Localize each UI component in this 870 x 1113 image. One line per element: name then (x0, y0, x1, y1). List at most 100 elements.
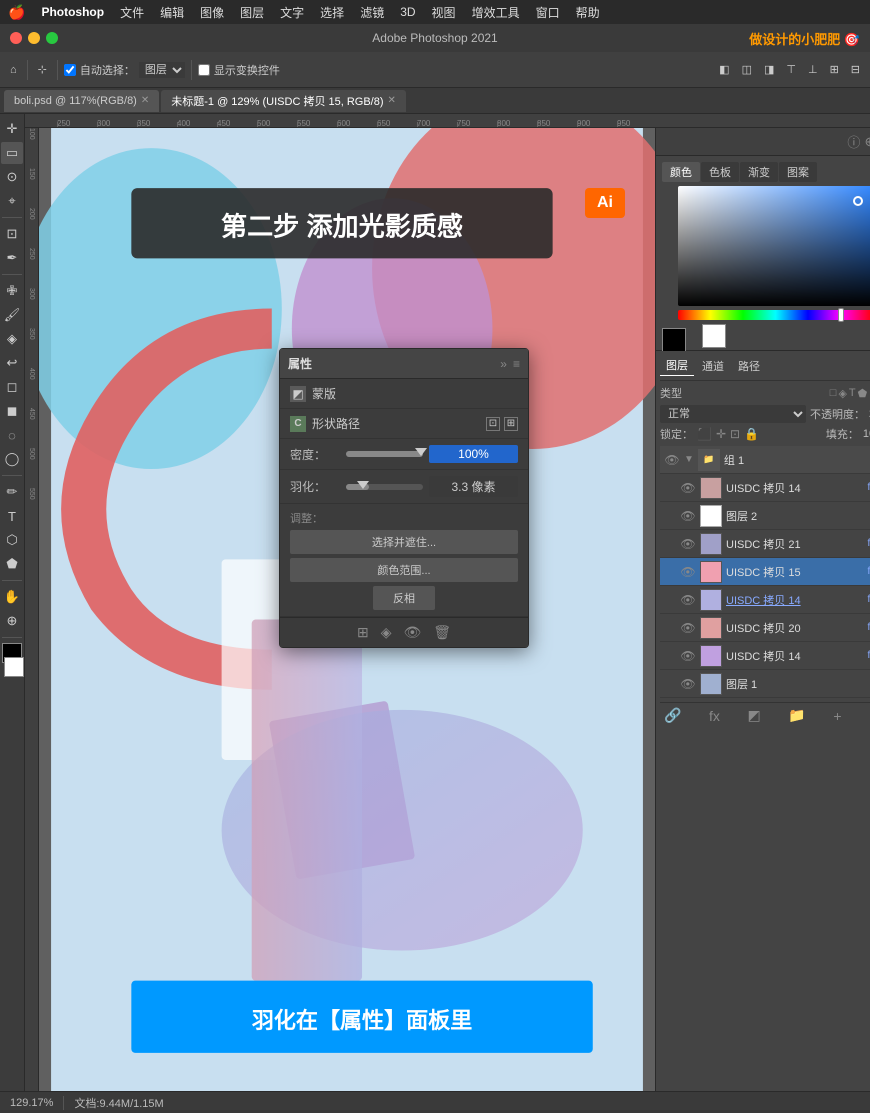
invert-button[interactable]: 反相 (373, 586, 435, 610)
feather-slider[interactable] (346, 484, 423, 490)
zoom-tool[interactable]: ⊕ (1, 610, 23, 632)
color-range-button[interactable]: 颜色范围... (290, 558, 518, 582)
background-color[interactable] (4, 657, 24, 677)
shape-tool[interactable]: ⬟ (1, 553, 23, 575)
filter-shape-icon[interactable]: ⬟ (858, 387, 868, 400)
lock-artboard-icon[interactable]: ⊡ (730, 427, 740, 441)
move-tool[interactable]: ✛ (1, 118, 23, 140)
align-left-icon[interactable]: ◧ (715, 61, 733, 78)
tab-untitled[interactable]: 未标题-1 @ 129% (UISDC 拷贝 15, RGB/8) ✕ (161, 90, 406, 112)
minimize-button[interactable] (28, 32, 40, 44)
align-right-icon[interactable]: ◨ (760, 61, 778, 78)
path-tool[interactable]: ⬡ (1, 529, 23, 551)
menu-plugins[interactable]: 增效工具 (472, 4, 520, 21)
filter-text-icon[interactable]: T (849, 387, 856, 400)
brush-tool[interactable]: 🖌 (1, 304, 23, 326)
align-center-icon[interactable]: ◫ (738, 61, 756, 78)
props-expand-icon[interactable]: » (500, 357, 507, 371)
align-bottom-icon[interactable]: ⊞ (826, 61, 843, 78)
menu-view[interactable]: 视图 (432, 4, 456, 21)
blur-tool[interactable]: ◌ (1, 424, 23, 446)
history-brush-tool[interactable]: ↩ (1, 352, 23, 374)
menu-3d[interactable]: 3D (400, 5, 415, 19)
layer-vis-4[interactable]: 👁 (680, 592, 696, 608)
layer-vis-0[interactable]: 👁 (680, 480, 696, 496)
background-swatch[interactable] (702, 324, 726, 348)
shape-edit-icon[interactable]: ⊞ (504, 417, 518, 431)
blend-mode-select[interactable]: 正常 (660, 405, 806, 423)
tab-boli[interactable]: boli.psd @ 117%(RGB/8) ✕ (4, 90, 159, 112)
link-layers-icon[interactable]: 🔗 (664, 707, 681, 724)
eyedropper-tool[interactable]: ✒ (1, 247, 23, 269)
info-icon[interactable]: ⓘ (847, 132, 860, 151)
auto-select-checkbox[interactable] (64, 64, 76, 76)
new-group-icon[interactable]: 📁 (788, 707, 805, 724)
layer-item-5[interactable]: 👁 UISDC 拷贝 20 fx ▶ (660, 614, 870, 642)
home-icon[interactable]: ⌂ (6, 62, 21, 78)
channels-tab[interactable]: 通道 (696, 356, 730, 376)
tab-gradient[interactable]: 渐变 (740, 162, 778, 182)
menu-select[interactable]: 选择 (320, 4, 344, 21)
tab-color[interactable]: 颜色 (662, 162, 700, 182)
lock-pixel-icon[interactable]: ⬛ (697, 427, 712, 441)
close-button[interactable] (10, 32, 22, 44)
layer-item-7[interactable]: 👁 图层 1 (660, 670, 870, 698)
lock-position-icon[interactable]: ✛ (716, 427, 726, 441)
move-tool-icon[interactable]: ⊹ (34, 61, 51, 78)
lock-all-icon[interactable]: 🔒 (744, 427, 759, 441)
crop-tool[interactable]: ⊡ (1, 223, 23, 245)
layer-select-dropdown[interactable]: 图层 (139, 62, 185, 78)
color-spectrum[interactable] (678, 310, 870, 320)
layer-item-6[interactable]: 👁 UISDC 拷贝 14 fx ▶ (660, 642, 870, 670)
tab-swatches[interactable]: 色板 (701, 162, 739, 182)
magic-wand-tool[interactable]: ⌖ (1, 190, 23, 212)
stamp-tool[interactable]: ◈ (1, 328, 23, 350)
feather-value[interactable]: 3.3 像素 (429, 476, 518, 497)
foreground-swatch[interactable] (662, 328, 686, 352)
apple-menu[interactable]: 🍎 (8, 4, 25, 21)
hand-tool[interactable]: ✋ (1, 586, 23, 608)
lasso-tool[interactable]: ⊙ (1, 166, 23, 188)
menu-help[interactable]: 帮助 (576, 4, 600, 21)
layer-style-icon[interactable]: fx (709, 708, 720, 724)
menu-edit[interactable]: 编辑 (160, 4, 184, 21)
menu-file[interactable]: 文件 (120, 4, 144, 21)
align-top-icon[interactable]: ⊤ (782, 61, 800, 78)
props-eye-icon[interactable]: 👁 (403, 624, 421, 641)
add-mask-icon[interactable]: ◩ (748, 707, 761, 724)
layers-tab[interactable]: 图层 (660, 355, 694, 376)
adjustment-icon[interactable]: ⊕ (864, 134, 870, 150)
paths-tab[interactable]: 路径 (732, 356, 766, 376)
text-tool[interactable]: T (1, 505, 23, 527)
tab-untitled-close[interactable]: ✕ (388, 95, 396, 106)
props-menu-icon[interactable]: ≡ (513, 357, 520, 371)
heal-tool[interactable]: ✙ (1, 280, 23, 302)
group-expand-icon[interactable]: ▼ (684, 454, 694, 465)
eraser-tool[interactable]: ◻ (1, 376, 23, 398)
menu-window[interactable]: 窗口 (536, 4, 560, 21)
select-refine-button[interactable]: 选择并遮住... (290, 530, 518, 554)
menu-text[interactable]: 文字 (280, 4, 304, 21)
gradient-tool[interactable]: ◼ (1, 400, 23, 422)
tab-boli-close[interactable]: ✕ (141, 95, 149, 106)
layer-vis-3[interactable]: 👁 (680, 564, 696, 580)
dodge-tool[interactable]: ◯ (1, 448, 23, 470)
props-delete-icon[interactable]: 🗑 (433, 624, 451, 641)
layer-vis-6[interactable]: 👁 (680, 648, 696, 664)
layer-vis-5[interactable]: 👁 (680, 620, 696, 636)
density-slider[interactable] (346, 451, 423, 457)
props-add-icon[interactable]: ⊞ (357, 624, 369, 641)
filter-pixel-icon[interactable]: □ (830, 387, 837, 400)
menu-filter[interactable]: 滤镜 (360, 4, 384, 21)
layer-vis-1[interactable]: 👁 (680, 508, 696, 524)
maximize-button[interactable] (46, 32, 58, 44)
select-tool[interactable]: ▭ (1, 142, 23, 164)
distribute-icon[interactable]: ⊟ (847, 61, 864, 78)
tab-pattern[interactable]: 图案 (779, 162, 817, 182)
shape-select-icon[interactable]: ⊡ (486, 417, 500, 431)
menu-image[interactable]: 图像 (200, 4, 224, 21)
color-gradient-display[interactable] (678, 186, 870, 306)
filter-adjust-icon[interactable]: ◈ (838, 387, 846, 400)
align-middle-icon[interactable]: ⊥ (804, 61, 822, 78)
layer-vis-7[interactable]: 👁 (680, 676, 696, 692)
